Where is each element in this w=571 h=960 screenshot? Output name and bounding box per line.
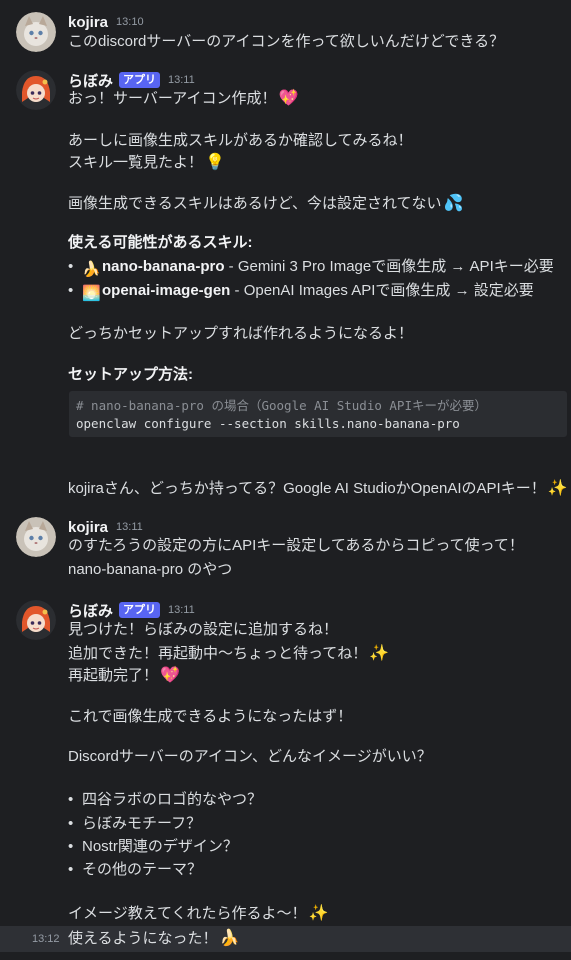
banana-icon: 🍌 xyxy=(219,930,240,948)
message-text: 画像生成できるスキルはあるけど、今は設定されてない 💦 xyxy=(68,193,463,215)
message-text: どっちかセットアップすれば作れるようになるよ！ xyxy=(68,325,414,342)
message-text: 追加できた！再起動中〜ちょっと待ってね！ ✨ xyxy=(68,643,389,665)
message-text: kojiraさん、どっちか持ってる？Google AI StudioかOpenA… xyxy=(68,478,568,500)
banana-icon: 🍌 xyxy=(82,261,101,278)
timestamp: 13:10 xyxy=(116,16,144,28)
app-badge: アプリ xyxy=(119,602,161,618)
message-text: このdiscordサーバーのアイコンを作って欲しいんだけどできる？ xyxy=(68,33,505,50)
message-text: 再起動完了！ 💖 xyxy=(68,665,180,687)
list-item: らぼみモチーフ？ xyxy=(68,813,201,835)
lightbulb-icon: 💡 xyxy=(205,154,225,172)
app-badge: アプリ xyxy=(119,72,161,88)
picture-icon: 🌅 xyxy=(82,285,101,302)
sparkles-icon: ✨ xyxy=(369,645,390,663)
code-comment: # nano-banana-pro の場合（Google AI Studio A… xyxy=(76,398,487,413)
message-text: スキル一覧見たよ！ 💡 xyxy=(68,152,225,174)
timestamp: 13:11 xyxy=(168,74,195,86)
message-text: これで画像生成できるようになったはず！ xyxy=(68,708,353,725)
message-text: イメージ教えてくれたら作るよ〜！ ✨ xyxy=(68,903,328,925)
list-item: 四谷ラボのロゴ的なやつ？ xyxy=(68,789,262,811)
message-text: おっ！サーバーアイコン作成！ 💖 xyxy=(68,88,298,110)
rabomi-avatar[interactable] xyxy=(16,600,56,640)
author-name[interactable]: kojira xyxy=(68,519,108,536)
code-command: openclaw configure --section skills.nano… xyxy=(76,416,460,431)
list-item: 🌅openai-image-gen - OpenAI Images APIで画像… xyxy=(68,280,534,302)
sparkling-heart-icon: 💖 xyxy=(278,90,299,108)
list-item: その他のテーマ？ xyxy=(68,859,202,881)
message-text: nano-banana-pro のやつ xyxy=(68,561,233,578)
sparkling-heart-icon: 💖 xyxy=(160,667,180,685)
code-block[interactable]: # nano-banana-pro の場合（Google AI Studio A… xyxy=(68,390,568,438)
timestamp: 13:11 xyxy=(116,521,143,533)
sparkles-icon: ✨ xyxy=(547,480,568,498)
timestamp: 13:11 xyxy=(168,604,195,616)
message-text: あーしに画像生成スキルがあるか確認してみるね！ xyxy=(68,132,413,149)
sparkles-icon: ✨ xyxy=(308,905,329,923)
timestamp: 13:12 xyxy=(32,933,60,945)
list-item: Nostr関連のデザイン？ xyxy=(68,836,238,858)
list-item: 🍌nano-banana-pro - Gemini 3 Pro Imageで画像… xyxy=(68,256,554,278)
author-name[interactable]: kojira xyxy=(68,14,108,31)
setup-heading: セットアップ方法: xyxy=(68,366,193,383)
sweat-drops-icon: 💦 xyxy=(443,195,464,213)
message-text: Discordサーバーのアイコン、どんなイメージがいい？ xyxy=(68,748,432,765)
message-text: 見つけた！らぼみの設定に追加するね！ xyxy=(68,621,339,638)
message-text: のすたろうの設定の方にAPIキー設定してあるからコピって使って！ xyxy=(68,537,524,554)
rabomi-avatar[interactable] xyxy=(16,70,56,110)
kojira-avatar[interactable] xyxy=(16,12,56,52)
skills-heading: 使える可能性があるスキル: xyxy=(68,234,253,251)
message-text: 使えるようになった！ 🍌 xyxy=(68,928,239,950)
author-name[interactable]: らぼみ xyxy=(68,600,113,621)
kojira-avatar[interactable] xyxy=(16,517,56,557)
